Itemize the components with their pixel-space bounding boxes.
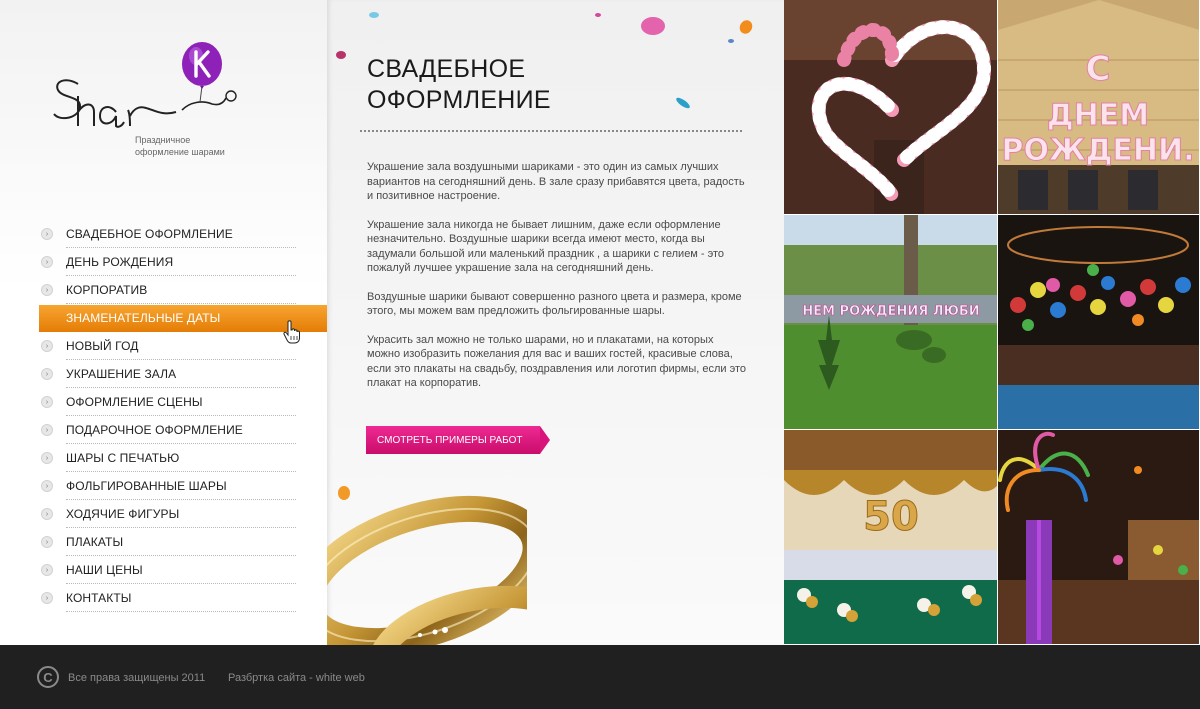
svg-text:50: 50	[863, 494, 919, 540]
photo-gallery: С ДНЕМ РОЖДЕНИ. НЕМ РОЖДЕНИЯ ЛЮБИ 50	[784, 0, 1200, 645]
menu-item-label: УКРАШЕНИЕ ЗАЛА	[66, 367, 177, 381]
page-title: СВАДЕБНОЕ ОФОРМЛЕНИЕ	[367, 55, 551, 114]
main-content: СВАДЕБНОЕ ОФОРМЛЕНИЕ Украшение зала возд…	[327, 0, 784, 645]
menu-item-label: КОРПОРАТИВ	[66, 283, 148, 297]
chevron-right-icon: ›	[41, 452, 53, 464]
menu-item[interactable]: › ОФОРМЛЕНИЕ СЦЕНЫ	[38, 388, 338, 416]
garden-banner-photo[interactable]: НЕМ РОЖДЕНИЯ ЛЮБИ	[784, 215, 998, 430]
copyright-icon: C	[37, 666, 59, 688]
chevron-right-icon: ›	[41, 284, 53, 296]
main-menu: › СВАДЕБНОЕ ОФОРМЛЕНИЕ › ДЕНЬ РОЖДЕНИЯ › КОРП…	[38, 220, 341, 612]
svg-text:ДНЕМ: ДНЕМ	[1047, 98, 1149, 133]
menu-item[interactable]: › КОРПОРАТИВ	[38, 276, 338, 304]
menu-item-label: СВАДЕБНОЕ ОФОРМЛЕНИЕ	[66, 227, 233, 241]
menu-item-label: ОФОРМЛЕНИЕ СЦЕНЫ	[66, 395, 203, 409]
view-examples-button[interactable]: СМОТРЕТЬ ПРИМЕРЫ РАБОТ	[366, 426, 551, 454]
footer: C Все права защищены 2011 Разбртка сайта…	[0, 645, 1200, 709]
menu-item[interactable]: › ХОДЯЧИЕ ФИГУРЫ	[38, 500, 338, 528]
paragraph: Украшение зала никогда не бывает лишним,…	[367, 218, 725, 275]
sidebar: Праздничное оформление шарами › СВАДЕБНОЕ…	[0, 0, 341, 645]
paragraph: Украсить зал можно не только шарами, но …	[367, 333, 746, 390]
chevron-right-icon: ›	[41, 256, 53, 268]
svg-text:С: С	[1086, 49, 1111, 89]
logo-tagline: Праздничное оформление шарами	[135, 135, 225, 157]
menu-item-label: ПЛАКАТЫ	[66, 535, 124, 549]
copyright-text: Все права защищены 2011	[68, 672, 206, 684]
svg-text:РОЖДЕНИ.: РОЖДЕНИ.	[1001, 133, 1194, 168]
menu-item-label: ДЕНЬ РОЖДЕНИЯ	[66, 255, 174, 269]
menu-item-label: КОНТАКТЫ	[66, 591, 132, 605]
hearts-balloon-arch-photo[interactable]	[784, 0, 998, 215]
menu-item-label: ХОДЯЧИЕ ФИГУРЫ	[66, 507, 180, 521]
restaurant-balloons-photo[interactable]	[998, 215, 1200, 430]
birthday-letters-building-photo[interactable]: С ДНЕМ РОЖДЕНИ.	[998, 0, 1200, 215]
paragraph: Воздушные шарики бывают совершенно разно…	[367, 290, 742, 318]
chevron-right-icon: ›	[41, 536, 53, 548]
menu-item[interactable]: › НАШИ ЦЕНЫ	[38, 556, 338, 584]
paragraph: Украшение зала воздушными шариками - это…	[367, 161, 745, 202]
balloon-palm-photo[interactable]	[998, 430, 1200, 645]
menu-item[interactable]: › КОНТАКТЫ	[38, 584, 338, 612]
chevron-right-icon: ›	[41, 368, 53, 380]
menu-item[interactable]: › ПОДАРОЧНОЕ ОФОРМЛЕНИЕ	[38, 416, 338, 444]
menu-item-label: НАШИ ЦЕНЫ	[66, 563, 143, 577]
chevron-right-icon: ›	[41, 340, 53, 352]
menu-item-label: ФОЛЬГИРОВАННЫЕ ШАРЫ	[66, 479, 227, 493]
body-text: Украшение зала воздушными шариками - это…	[367, 160, 747, 405]
menu-item-label: ШАРЫ С ПЕЧАТЬЮ	[66, 451, 180, 465]
menu-item[interactable]: › ФОЛЬГИРОВАННЫЕ ШАРЫ	[38, 472, 338, 500]
chevron-right-icon: ›	[41, 508, 53, 520]
chevron-right-icon: ›	[41, 564, 53, 576]
chevron-right-icon: ›	[41, 480, 53, 492]
menu-item-label: ПОДАРОЧНОЕ ОФОРМЛЕНИЕ	[66, 423, 243, 437]
hand-cursor-icon	[283, 320, 300, 344]
developer-credit[interactable]: Разбртка сайта - white web	[228, 672, 365, 684]
chevron-right-icon: ›	[41, 424, 53, 436]
chevron-right-icon: ›	[41, 396, 53, 408]
menu-item[interactable]: › ШАРЫ С ПЕЧАТЬЮ	[38, 444, 338, 472]
menu-item[interactable]: › УКРАШЕНИЕ ЗАЛА	[38, 360, 338, 388]
chevron-right-icon: ›	[41, 228, 53, 240]
banquet-hall-50-photo[interactable]: 50	[784, 430, 998, 645]
title-divider	[360, 130, 742, 132]
menu-item[interactable]: › ДЕНЬ РОЖДЕНИЯ	[38, 248, 338, 276]
menu-item-label: ЗНАМЕНАТЕЛЬНЫЕ ДАТЫ	[66, 311, 221, 325]
logo[interactable]	[50, 40, 250, 140]
menu-item[interactable]: › ПЛАКАТЫ	[38, 528, 338, 556]
menu-item[interactable]: › СВАДЕБНОЕ ОФОРМЛЕНИЕ	[38, 220, 338, 248]
menu-item-label: НОВЫЙ ГОД	[66, 339, 139, 353]
wedding-rings-image	[327, 495, 527, 645]
chevron-right-icon: ›	[41, 592, 53, 604]
